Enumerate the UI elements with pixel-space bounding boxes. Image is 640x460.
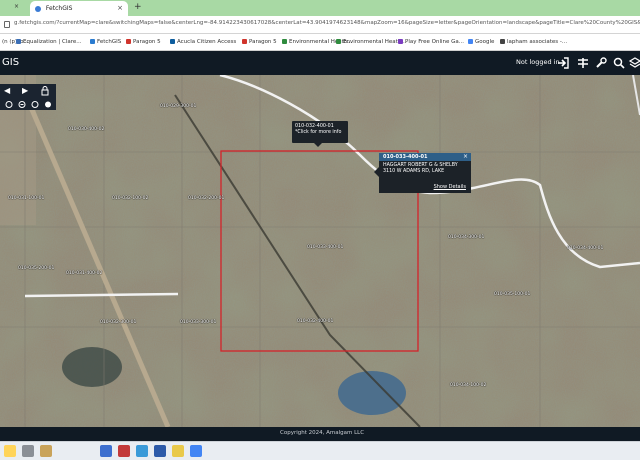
- bookmark-item[interactable]: Paragon 5: [126, 39, 161, 45]
- widget-icon[interactable]: [22, 445, 34, 457]
- parcel-label: 010-034-400-01: [567, 246, 604, 251]
- bookmark-favicon-icon: [16, 39, 21, 44]
- parcel-popup: 010-033-400-01 × HAGGART ROBERT G & SHEL…: [374, 153, 471, 193]
- bookmark-label: Paragon 5: [249, 39, 277, 45]
- parcel-label: 010-032-200-01: [188, 196, 225, 201]
- edge-icon[interactable]: [136, 445, 148, 457]
- bookmark-label: Google: [475, 39, 495, 45]
- parcel-label: 010-034-100-02: [450, 383, 487, 388]
- parcel-label: 010-032-100-02: [112, 196, 149, 201]
- login-status: Not logged in: [516, 58, 560, 66]
- pinned-app-icon[interactable]: [118, 445, 130, 457]
- bookmark-favicon-icon: [90, 39, 95, 44]
- parcel-label: 010-035-200-01: [18, 266, 55, 271]
- bookmark-item[interactable]: lapham associates -...: [500, 39, 567, 45]
- bookmark-label: Paragon 5: [133, 39, 161, 45]
- forward-button[interactable]: ▶: [22, 86, 28, 95]
- browser-tab-strip: × FetchGIS × +: [0, 0, 640, 16]
- parcel-label: 010-032-300-01: [100, 320, 137, 325]
- tab-fetchgis[interactable]: FetchGIS ×: [30, 1, 128, 16]
- hover-instructions: *Click for more info: [295, 130, 342, 135]
- hover-callout[interactable]: 010-032-400-01 *Click for more info: [292, 121, 348, 147]
- site-info-icon[interactable]: [4, 21, 10, 28]
- parcel-label: 010-034-300-01: [448, 235, 485, 240]
- app-title: GIS: [2, 57, 20, 68]
- search-icon[interactable]: [612, 56, 626, 70]
- parcel-label: 010-033-400-01: [307, 245, 344, 250]
- bookmark-favicon-icon: [500, 39, 505, 44]
- previous-tab-edge[interactable]: ×: [0, 3, 24, 15]
- file-explorer-icon[interactable]: [4, 445, 16, 457]
- bookmark-item[interactable]: Play Free Online Ga...: [398, 39, 464, 45]
- bookmark-favicon-icon: [126, 39, 131, 44]
- zoom-tools[interactable]: [4, 100, 54, 109]
- bookmark-favicon-icon: [336, 39, 341, 44]
- lock-icon[interactable]: [40, 86, 50, 96]
- map-toolbar: ◀ ▶: [0, 84, 56, 110]
- bookmark-item[interactable]: Environmental Heath...: [336, 39, 407, 45]
- app-footer: Copyright 2024, Amalgam LLC: [0, 427, 640, 441]
- os-taskbar: [0, 441, 640, 460]
- bookmark-label: Equalization | Clare...: [23, 39, 82, 45]
- bookmark-label: Acucla Citizen Access: [177, 39, 237, 45]
- word-icon[interactable]: [154, 445, 166, 457]
- previous-tab-close-icon[interactable]: ×: [14, 3, 19, 10]
- show-details-link[interactable]: Show Details: [434, 184, 466, 190]
- bookmark-label: Environmental Heath...: [343, 39, 407, 45]
- parcel-label: 010-035-100-01: [494, 292, 531, 297]
- popup-close-icon[interactable]: ×: [463, 153, 468, 160]
- chrome-icon[interactable]: [190, 445, 202, 457]
- start-icon[interactable]: [100, 445, 112, 457]
- bookmark-favicon-icon: [242, 39, 247, 44]
- bookmark-item[interactable]: FetchGIS: [90, 39, 121, 45]
- tab-close-icon[interactable]: ×: [117, 4, 123, 12]
- new-tab-button[interactable]: +: [134, 2, 142, 12]
- parcel-label: 010-029-300-01: [160, 104, 197, 109]
- app-header: GIS Not logged in: [0, 51, 640, 75]
- bookmarks-bar: (n (p)Fo... Equalization | Clare...Fetch…: [0, 34, 640, 51]
- tab-title: FetchGIS: [45, 5, 73, 12]
- layers-icon[interactable]: [628, 56, 640, 70]
- fetchgis-favicon-icon: [35, 5, 41, 12]
- parcel-label: 010-030-400-02: [68, 127, 105, 132]
- parcel-label: 010-033-300-01: [180, 320, 217, 325]
- address-bar: g.fetchgis.com/?currentMap=clare&switchi…: [0, 16, 640, 34]
- wrench-icon[interactable]: [594, 56, 608, 70]
- bookmark-favicon-icon: [398, 39, 403, 44]
- bookmark-item[interactable]: Acucla Citizen Access: [170, 39, 236, 45]
- road-tool-icon[interactable]: [576, 56, 590, 70]
- url-field[interactable]: g.fetchgis.com/?currentMap=clare&switchi…: [14, 20, 640, 31]
- bookmark-item[interactable]: Equalization | Clare...: [16, 39, 82, 45]
- bookmark-label: lapham associates -...: [507, 39, 568, 45]
- bookmark-favicon-icon: [468, 39, 473, 44]
- bookmark-favicon-icon: [170, 39, 175, 44]
- copyright-text: Copyright 2024, Amalgam LLC: [280, 430, 365, 436]
- popup-address: 3110 W ADAMS RD, LAKE: [383, 169, 445, 174]
- bookmark-label: Play Free Online Ga...: [405, 39, 465, 45]
- screen: × FetchGIS × + g.fetchgis.com/?currentMa…: [0, 0, 640, 460]
- bookmark-favicon-icon: [282, 39, 287, 44]
- bookmark-item[interactable]: Google: [468, 39, 494, 45]
- parcel-label: 010-032-400-01: [297, 319, 334, 324]
- parcel-label: 010-031-400-02: [66, 271, 103, 276]
- pinned-app-icon[interactable]: [40, 445, 52, 457]
- bookmark-item[interactable]: Paragon 5: [242, 39, 277, 45]
- parcel-label: 010-031-100-01: [8, 196, 45, 201]
- login-icon[interactable]: [556, 56, 570, 70]
- bookmark-label: FetchGIS: [97, 39, 122, 45]
- popup-parcel-id: 010-033-400-01: [379, 153, 471, 161]
- back-button[interactable]: ◀: [4, 86, 10, 95]
- folder-icon[interactable]: [172, 445, 184, 457]
